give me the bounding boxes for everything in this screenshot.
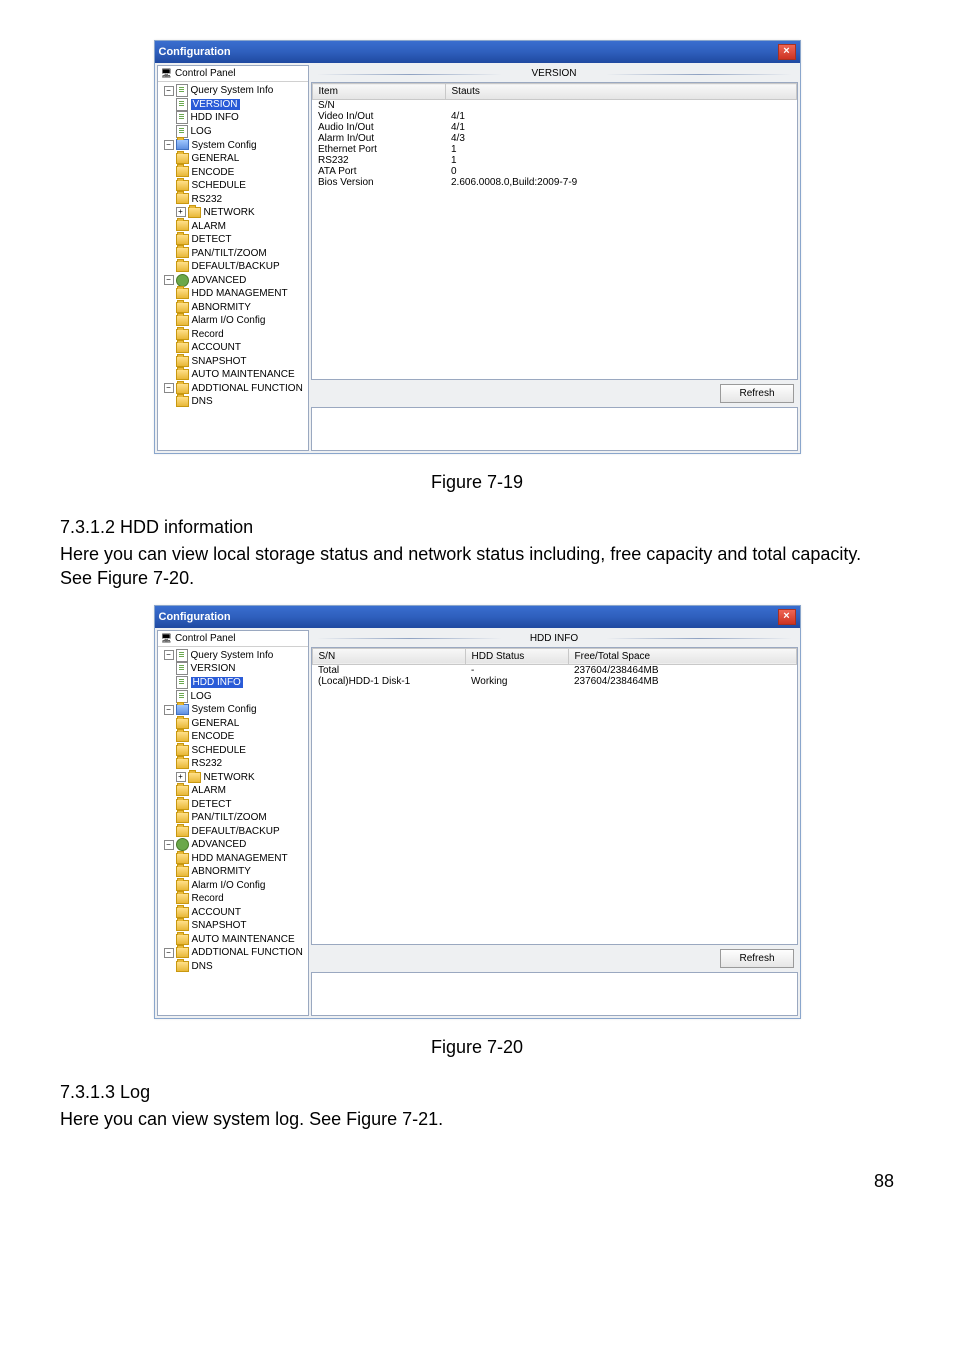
status-box — [311, 407, 798, 451]
section-title: HDD INFO — [311, 630, 798, 647]
close-icon[interactable]: × — [778, 44, 796, 60]
window-title: Configuration — [159, 46, 231, 58]
gear-icon — [176, 838, 189, 851]
figure-caption: Figure 7-20 — [60, 1037, 894, 1058]
page-number: 88 — [60, 1171, 894, 1192]
gear-icon — [176, 274, 189, 287]
monitor-icon: 🖥 — [161, 633, 172, 644]
refresh-button[interactable]: Refresh — [720, 949, 793, 968]
control-panel-header[interactable]: 🖥 Control Panel — [158, 631, 308, 647]
tree-pane: 🖥 Control Panel −Query System Info VERSI… — [157, 65, 309, 451]
figure-caption: Figure 7-19 — [60, 472, 894, 493]
tree-item-hddinfo[interactable]: HDD INFO — [191, 677, 243, 688]
titlebar[interactable]: Configuration × — [155, 41, 800, 63]
window-title: Configuration — [159, 611, 231, 623]
tree-pane: 🖥 Control Panel −Query System Info VERSI… — [157, 630, 309, 1016]
titlebar[interactable]: Configuration × — [155, 606, 800, 628]
config-window-version: Configuration × 🖥 Control Panel −Query S… — [154, 40, 801, 454]
monitor-icon: 🖥 — [161, 68, 172, 79]
heading-hdd-info: 7.3.1.2 HDD information — [60, 517, 894, 538]
heading-log: 7.3.1.3 Log — [60, 1082, 894, 1103]
table-row: Total-237604/238464MB — [312, 664, 796, 676]
table-row: Ethernet Port1 — [312, 144, 796, 155]
table-row: Bios Version2.606.0008.0,Build:2009-7-9 — [312, 177, 796, 188]
table-row: (Local)HDD-1 Disk-1Working237604/238464M… — [312, 676, 796, 687]
refresh-button[interactable]: Refresh — [720, 384, 793, 403]
table-row: ATA Port0 — [312, 166, 796, 177]
version-table: Item Stauts S/NVideo In/Out4/1Audio In/O… — [311, 82, 798, 380]
tree-item-hddinfo[interactable]: HDD INFO — [191, 112, 239, 123]
tree[interactable]: −Query System Info VERSION HDD INFO LOG … — [158, 647, 308, 976]
tree-item-log[interactable]: LOG — [191, 126, 212, 137]
table-row: Alarm In/Out4/3 — [312, 133, 796, 144]
section-title: VERSION — [311, 65, 798, 82]
para-log: Here you can view system log. See Figure… — [60, 1107, 894, 1131]
para-hdd-info: Here you can view local storage status a… — [60, 542, 894, 591]
tree-item-version[interactable]: VERSION — [191, 99, 240, 110]
tree[interactable]: −Query System Info VERSION HDD INFO LOG … — [158, 82, 308, 411]
hdd-table: S/N HDD Status Free/Total Space Total-23… — [311, 647, 798, 945]
table-row: S/N — [312, 100, 796, 112]
control-panel-header[interactable]: 🖥 Control Panel — [158, 66, 308, 82]
table-row: RS2321 — [312, 155, 796, 166]
config-window-hddinfo: Configuration × 🖥 Control Panel −Query S… — [154, 605, 801, 1019]
table-row: Audio In/Out4/1 — [312, 122, 796, 133]
status-box — [311, 972, 798, 1016]
table-row: Video In/Out4/1 — [312, 111, 796, 122]
close-icon[interactable]: × — [778, 609, 796, 625]
